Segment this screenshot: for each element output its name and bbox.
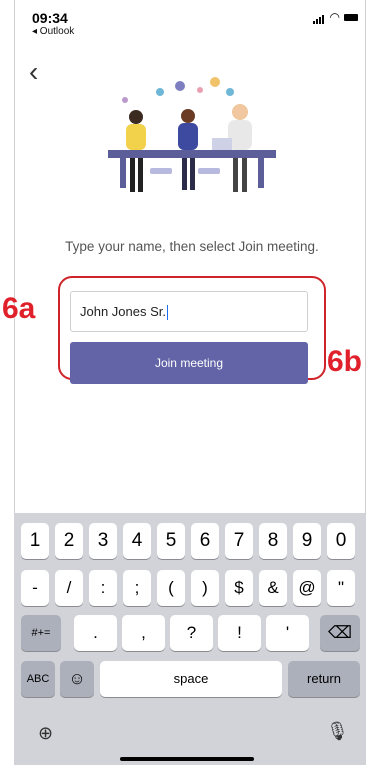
join-meeting-button[interactable]: Join meeting (70, 342, 308, 384)
key-2[interactable]: 2 (55, 523, 83, 559)
back-to-outlook-link[interactable]: ◂ Outlook (32, 26, 74, 37)
key-colon[interactable]: : (89, 570, 117, 606)
name-input-value: John Jones Sr. (80, 304, 166, 319)
backspace-icon: ⌫ (327, 623, 353, 642)
key-5[interactable]: 5 (157, 523, 185, 559)
key-more-symbols[interactable]: #+= (21, 615, 61, 651)
key-6[interactable]: 6 (191, 523, 219, 559)
key-quote[interactable]: " (327, 570, 355, 606)
back-chevron-icon[interactable]: ‹ (29, 58, 38, 86)
keyboard: 1 2 3 4 5 6 7 8 9 0 - / : ; ( ) $ & @ " … (14, 513, 366, 765)
return-key[interactable]: return (288, 661, 360, 697)
text-caret (167, 305, 168, 321)
key-question[interactable]: ? (170, 615, 213, 651)
annotation-tag-6a: 6a (2, 292, 36, 325)
key-comma[interactable]: , (122, 615, 165, 651)
key-close-paren[interactable]: ) (191, 570, 219, 606)
microphone-icon[interactable]: 🎙 (326, 721, 349, 742)
signal-icon (313, 15, 324, 24)
key-period[interactable]: . (74, 615, 117, 651)
key-7[interactable]: 7 (225, 523, 253, 559)
key-1[interactable]: 1 (21, 523, 49, 559)
key-apostrophe[interactable]: ' (266, 615, 309, 651)
globe-icon[interactable]: ⊕ (38, 723, 53, 744)
annotation-tag-6b: 6b (327, 345, 363, 378)
key-semicolon[interactable]: ; (123, 570, 151, 606)
emoji-icon: ☺ (68, 669, 86, 688)
key-dollar[interactable]: $ (225, 570, 253, 606)
instruction-text: Type your name, then select Join meeting… (65, 239, 319, 254)
battery-icon (344, 14, 358, 21)
name-input[interactable]: John Jones Sr. (70, 291, 308, 332)
key-at[interactable]: @ (293, 570, 321, 606)
status-bar: 09:34 ◂ Outlook ◠ (18, 8, 358, 38)
status-time: 09:34 (32, 10, 68, 26)
key-hyphen[interactable]: - (21, 570, 49, 606)
key-ampersand[interactable]: & (259, 570, 287, 606)
key-slash[interactable]: / (55, 570, 83, 606)
key-exclamation[interactable]: ! (218, 615, 261, 651)
key-3[interactable]: 3 (89, 523, 117, 559)
wifi-icon: ◠ (329, 10, 340, 24)
key-4[interactable]: 4 (123, 523, 151, 559)
key-8[interactable]: 8 (259, 523, 287, 559)
meeting-illustration (108, 77, 276, 192)
emoji-key[interactable]: ☺ (60, 661, 94, 697)
home-indicator (120, 757, 254, 761)
backspace-key[interactable]: ⌫ (320, 615, 360, 651)
space-key[interactable]: space (100, 661, 282, 697)
key-9[interactable]: 9 (293, 523, 321, 559)
key-open-paren[interactable]: ( (157, 570, 185, 606)
key-abc[interactable]: ABC (21, 661, 55, 697)
key-0[interactable]: 0 (327, 523, 355, 559)
